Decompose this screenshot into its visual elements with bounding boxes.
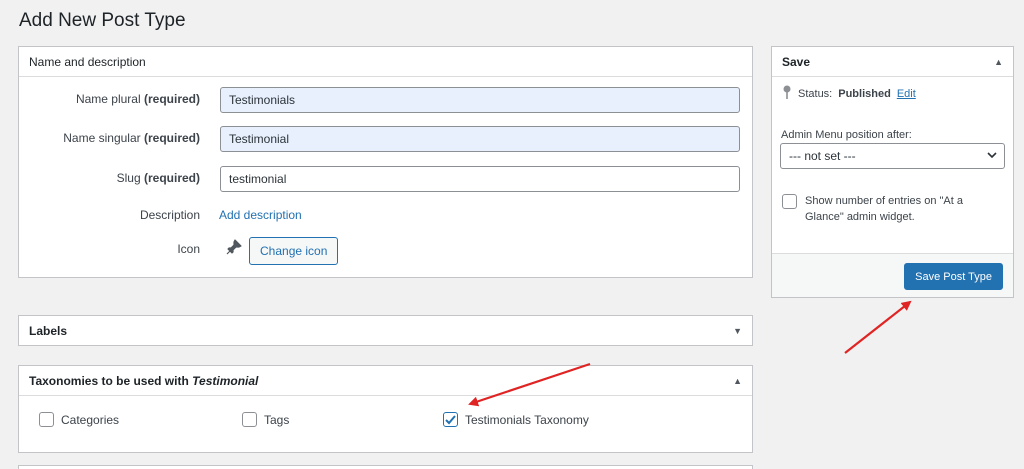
save-post-type-button[interactable]: Save Post Type xyxy=(904,263,1003,290)
page-title: Add New Post Type xyxy=(19,10,186,31)
save-title: Save xyxy=(782,54,811,69)
next-box-edge xyxy=(18,465,753,469)
status-label: Status: xyxy=(798,87,833,100)
required-marker: (required) xyxy=(143,131,200,145)
taxonomy-categories[interactable]: Categories xyxy=(39,412,119,427)
name-plural-value: Testimonials xyxy=(229,93,296,107)
taxonomy-tags[interactable]: Tags xyxy=(242,412,289,427)
change-icon-button[interactable]: Change icon xyxy=(249,237,339,265)
name-singular-value: Testimonial xyxy=(229,132,290,146)
required-marker: (required) xyxy=(143,171,200,185)
icon-label: Icon xyxy=(177,242,200,256)
taxonomies-title-prefix: Taxonomies to be used with xyxy=(29,373,189,388)
slug-value: testimonial xyxy=(229,172,287,186)
triangle-up-icon[interactable]: ▲ xyxy=(994,57,1003,67)
slug-label-text: Slug xyxy=(116,171,141,185)
testimonials-taxonomy-label: Testimonials Taxonomy xyxy=(465,412,589,427)
required-marker: (required) xyxy=(143,92,200,106)
singular-label-text: Name singular xyxy=(63,131,141,145)
labels-header[interactable]: Labels ▼ xyxy=(19,316,752,346)
chevron-down-icon xyxy=(986,149,998,164)
triangle-up-icon[interactable]: ▲ xyxy=(733,376,742,386)
plural-label: Name plural (required) xyxy=(76,92,200,106)
pushpin-icon xyxy=(226,239,242,258)
glance-checkbox[interactable] xyxy=(782,194,797,209)
save-box: Save ▲ Status: Published Edit Admin Menu… xyxy=(771,46,1014,298)
taxonomy-testimonials[interactable]: Testimonials Taxonomy xyxy=(443,412,589,427)
edit-status-link[interactable]: Edit xyxy=(897,88,916,100)
singular-label: Name singular (required) xyxy=(63,131,200,145)
name-singular-input[interactable]: Testimonial xyxy=(220,126,740,152)
menu-position-value: --- not set --- xyxy=(789,149,856,163)
taxonomies-title: Taxonomies to be used with Testimonial xyxy=(29,374,258,388)
name-plural-input[interactable]: Testimonials xyxy=(220,87,740,113)
triangle-down-icon[interactable]: ▼ xyxy=(733,326,742,336)
name-description-title: Name and description xyxy=(29,54,146,69)
testimonials-taxonomy-checkbox[interactable] xyxy=(443,412,458,427)
glance-label: Show number of entries on "At a Glance" … xyxy=(805,195,963,223)
add-description-link[interactable]: Add description xyxy=(219,208,302,222)
name-description-box: Name and description Name plural (requir… xyxy=(18,46,753,278)
save-footer: Save Post Type xyxy=(772,253,1013,297)
categories-label: Categories xyxy=(61,412,120,427)
taxonomies-box: Taxonomies to be used with Testimonial ▲… xyxy=(18,365,753,453)
menu-position-label: Admin Menu position after: xyxy=(781,129,912,141)
arrow-to-save-button xyxy=(844,300,912,354)
checkmark-icon xyxy=(445,415,456,425)
categories-checkbox[interactable] xyxy=(39,412,54,427)
name-description-header: Name and description xyxy=(19,47,752,77)
status-row: Status: Published Edit xyxy=(782,85,916,102)
tags-checkbox[interactable] xyxy=(242,412,257,427)
tags-label: Tags xyxy=(264,412,290,427)
plural-label-text: Name plural xyxy=(75,92,141,106)
labels-title: Labels xyxy=(29,324,68,338)
glance-option[interactable]: Show number of entries on "At a Glance" … xyxy=(782,193,972,225)
taxonomies-header[interactable]: Taxonomies to be used with Testimonial ▲ xyxy=(19,366,752,396)
slug-input[interactable]: testimonial xyxy=(220,166,740,192)
menu-position-select[interactable]: --- not set --- xyxy=(780,143,1005,169)
labels-box[interactable]: Labels ▼ xyxy=(18,315,753,346)
pin-icon xyxy=(782,85,792,102)
description-label: Description xyxy=(139,208,200,222)
save-header[interactable]: Save ▲ xyxy=(772,47,1013,77)
taxonomies-title-post-type: Testimonial xyxy=(192,373,259,388)
slug-label: Slug (required) xyxy=(117,171,200,185)
status-value: Published xyxy=(838,87,891,100)
